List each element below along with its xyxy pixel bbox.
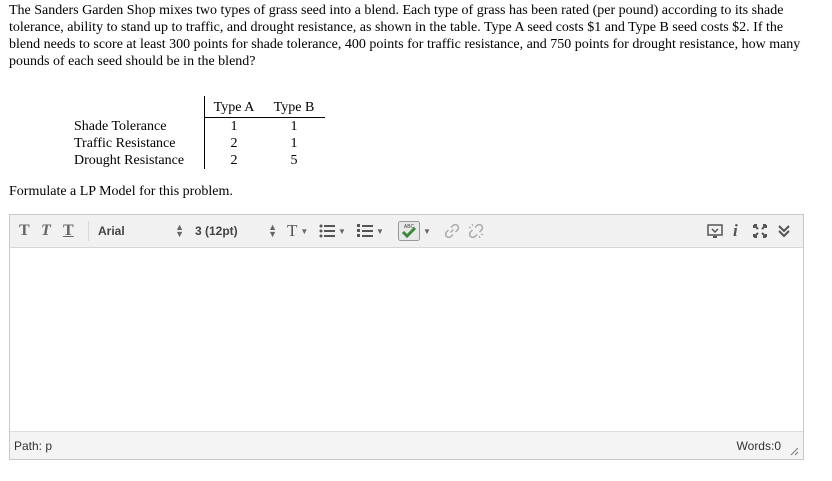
font-size-select[interactable]: 3 (12pt) ▲ ▼: [195, 221, 277, 241]
unlink-icon[interactable]: [468, 215, 484, 247]
underline-t-icon[interactable]: T: [63, 215, 74, 247]
fullscreen-icon[interactable]: [753, 215, 767, 247]
dropdown-caret-icon: ▼: [338, 226, 346, 236]
bullet-list-icon[interactable]: ▼: [319, 215, 346, 247]
column-header-type-b: Type B: [263, 96, 325, 118]
select-arrows-icon: ▲ ▼: [175, 222, 184, 239]
row-label: Shade Tolerance: [74, 118, 167, 134]
italic-t-icon[interactable]: T: [41, 215, 51, 247]
toolbar-divider: [88, 221, 89, 241]
editor-toolbar: T T T Arial ▲ ▼ 3 (12pt) ▲ ▼ T ▼ ▼ ▼ ABC…: [10, 215, 803, 248]
numbered-list-icon[interactable]: ▼: [357, 215, 384, 247]
select-arrows-icon: ▲ ▼: [268, 222, 277, 239]
dropdown-caret-icon: ▼: [423, 226, 431, 236]
font-family-value: Arial: [98, 224, 125, 238]
column-header-type-a: Type A: [204, 96, 263, 118]
rich-text-editor: T T T Arial ▲ ▼ 3 (12pt) ▲ ▼ T ▼ ▼ ▼ ABC…: [9, 214, 804, 460]
bold-t-icon[interactable]: T: [19, 215, 30, 247]
table-row: Shade Tolerance 1 1: [74, 117, 325, 135]
type-b-value: 5: [290, 153, 298, 168]
word-count: Words:0: [736, 439, 781, 453]
type-a-value: 1: [204, 117, 263, 135]
row-label: Drought Resistance: [74, 153, 185, 168]
text-color-icon[interactable]: T ▼: [287, 215, 308, 247]
seed-rating-table: Type A Type B Shade Tolerance 1 1 Traffi…: [74, 96, 325, 169]
info-icon[interactable]: i: [733, 215, 738, 247]
type-a-value: 2: [204, 152, 263, 169]
question-text: The Sanders Garden Shop mixes two types …: [9, 3, 801, 69]
preview-icon[interactable]: [707, 215, 723, 247]
row-label: Traffic Resistance: [74, 136, 176, 151]
type-a-value: 2: [204, 135, 263, 152]
table-corner: [74, 96, 205, 118]
resize-handle-icon[interactable]: [789, 446, 799, 456]
dropdown-caret-icon: ▼: [300, 226, 309, 236]
type-b-value: 1: [290, 119, 298, 134]
font-family-select[interactable]: Arial ▲ ▼: [98, 221, 184, 241]
editor-status-bar: Path: p Words:0: [10, 431, 803, 459]
spellcheck-icon[interactable]: ABC ▼: [398, 215, 431, 247]
link-icon[interactable]: [444, 215, 460, 247]
instruction-prompt: Formulate a LP Model for this problem.: [9, 184, 233, 199]
font-size-value: 3 (12pt): [195, 224, 238, 238]
editor-content-area[interactable]: [10, 248, 803, 432]
element-path: Path: p: [14, 439, 53, 453]
type-b-value: 1: [290, 136, 298, 151]
table-row: Traffic Resistance 2 1: [74, 135, 325, 152]
table-row: Drought Resistance 2 5: [74, 152, 325, 169]
expand-toolbar-icon[interactable]: [777, 215, 791, 247]
dropdown-caret-icon: ▼: [376, 226, 384, 236]
